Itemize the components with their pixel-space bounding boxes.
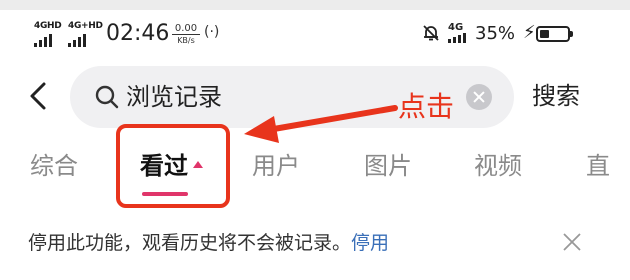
tab-videos[interactable]: 视频 — [474, 150, 522, 182]
tab-users[interactable]: 用户 — [252, 150, 300, 182]
notice-text: 停用此功能，观看历史将不会被记录。 — [28, 232, 352, 254]
charging-icon: ⚡ — [523, 22, 536, 43]
signal-strength-icon-2: 4G+HD — [68, 22, 103, 48]
status-bar: 4GHD 4G+HD 02:46 0.00 KB/s (·) 4G 35% ⚡ — [0, 14, 630, 54]
top-strip — [0, 0, 630, 10]
tab-comprehensive[interactable]: 综合 — [30, 150, 78, 182]
close-icon[interactable] — [560, 230, 584, 254]
search-icon — [95, 85, 119, 109]
battery-level-fill — [540, 30, 549, 38]
network-type-label-2: 4G+HD — [68, 21, 103, 31]
status-time: 02:46 — [106, 21, 170, 46]
do-not-disturb-icon — [423, 25, 439, 41]
active-tab-indicator — [142, 192, 188, 196]
tab-images[interactable]: 图片 — [364, 150, 412, 182]
battery-icon — [536, 26, 573, 42]
battery-percent: 35% — [475, 23, 516, 44]
clear-icon[interactable] — [466, 84, 492, 110]
hotspot-icon: (·) — [204, 24, 220, 40]
annotation-label: 点击 — [398, 90, 455, 123]
network-4g-indicator: 4G — [448, 22, 466, 43]
network-speed-unit: KB/s — [177, 36, 195, 45]
tab-live[interactable]: 直 — [586, 150, 610, 182]
tab-viewed[interactable]: 看过 — [140, 150, 203, 182]
signal-strength-icon: 4GHD — [34, 22, 64, 48]
tab-viewed-label: 看过 — [140, 152, 188, 180]
disable-link[interactable]: 停用 — [351, 232, 389, 254]
network-type-label: 4GHD — [34, 21, 62, 31]
caret-up-icon — [193, 161, 203, 168]
back-arrow-icon[interactable] — [24, 80, 52, 112]
search-query-text: 浏览记录 — [126, 83, 222, 111]
search-button[interactable]: 搜索 — [532, 80, 580, 112]
history-notice: 停用此功能，观看历史将不会被记录。停用 — [28, 230, 389, 256]
network-4g-label: 4G — [448, 22, 464, 33]
network-speed: 0.00 KB/s — [172, 23, 200, 46]
network-speed-value: 0.00 — [172, 23, 200, 35]
